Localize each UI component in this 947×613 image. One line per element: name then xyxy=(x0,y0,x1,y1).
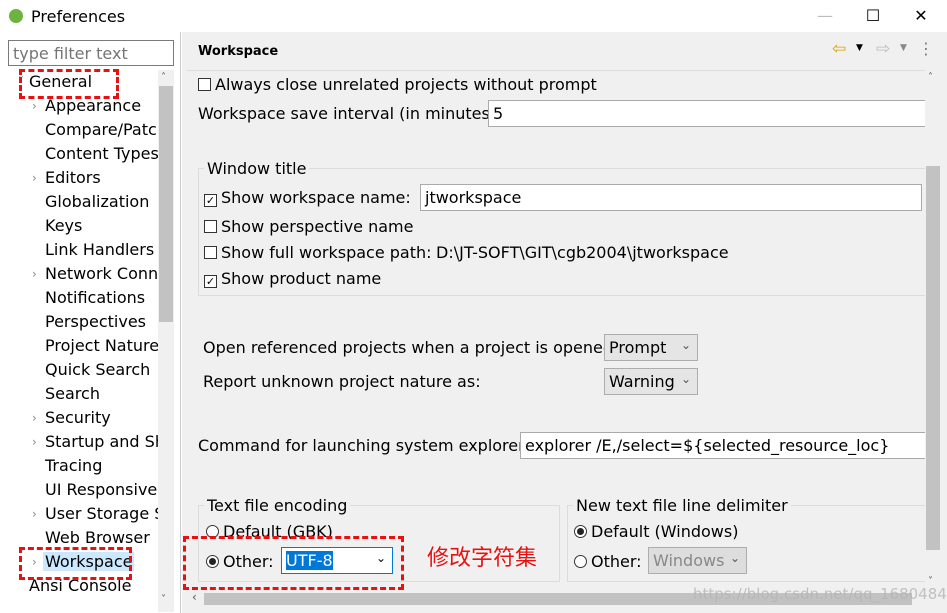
tree-item[interactable]: Compare/Patch xyxy=(45,120,158,139)
maximize-button[interactable]: ☐ xyxy=(858,4,888,28)
minimize-button[interactable]: — xyxy=(810,4,840,28)
tree-item[interactable]: Perspectives xyxy=(45,312,146,331)
save-interval-label: Workspace save interval (in minutes): xyxy=(198,104,502,123)
tree-scrollbar[interactable]: ˄ ˅ xyxy=(158,70,174,612)
tree-item[interactable]: Notifications xyxy=(45,288,145,307)
tree-item[interactable]: Search xyxy=(45,384,100,403)
full-path-value: D:\JT-SOFT\GIT\cgb2004\jtworkspace xyxy=(436,243,729,262)
show-perspective-name-checkbox[interactable]: Show perspective name xyxy=(204,217,413,236)
collapse-arrow-icon[interactable]: › xyxy=(32,171,37,185)
tree-item[interactable]: Project Natures xyxy=(45,336,158,355)
collapse-arrow-icon[interactable]: › xyxy=(32,411,37,425)
tree-item[interactable]: Web Browser xyxy=(45,528,150,547)
workspace-settings: Always close unrelated projects without … xyxy=(186,70,928,590)
collapse-arrow-icon[interactable]: › xyxy=(32,267,37,281)
highlight-workspace xyxy=(19,547,132,580)
content-vertical-scrollbar[interactable]: ˄ ˅ xyxy=(925,70,941,592)
save-interval-input[interactable]: 5 xyxy=(488,100,928,127)
tree-item[interactable]: User Storage Service xyxy=(45,504,158,523)
always-close-checkbox[interactable]: Always close unrelated projects without … xyxy=(198,75,597,94)
command-input[interactable]: explorer /E,/select=${selected_resource_… xyxy=(520,432,928,459)
open-referenced-label: Open referenced projects when a project … xyxy=(203,338,619,357)
command-label: Command for launching system explorer: xyxy=(198,436,530,455)
tree-item[interactable]: Security xyxy=(45,408,111,427)
collapse-arrow-icon[interactable]: › xyxy=(32,99,37,113)
forward-icon[interactable]: ⇨ xyxy=(876,39,890,59)
tree-item[interactable]: Content Types xyxy=(45,144,158,163)
collapse-arrow-icon[interactable]: › xyxy=(32,507,37,521)
unknown-nature-label: Report unknown project nature as: xyxy=(203,372,481,391)
tree-item[interactable]: Globalization xyxy=(45,192,149,211)
tree-item[interactable]: Keys xyxy=(45,216,82,235)
app-icon xyxy=(9,9,23,23)
window-title-legend: Window title xyxy=(204,159,310,178)
tree-item[interactable]: Tracing xyxy=(45,456,102,475)
unknown-nature-select[interactable]: Warning ⌄ xyxy=(604,368,698,395)
title-bar: Preferences — ☐ ✕ xyxy=(0,0,947,32)
content-scroll-thumb[interactable] xyxy=(926,166,940,550)
show-full-path-checkbox[interactable]: Show full workspace path: xyxy=(204,243,432,262)
tree-item[interactable]: UI Responsiveness xyxy=(45,480,158,499)
window-title: Preferences xyxy=(31,7,126,26)
delimiter-select: Windows ⌄ xyxy=(648,547,747,574)
tree-item[interactable]: Network Connections xyxy=(45,264,158,283)
tree-item[interactable]: Startup and Shutdown xyxy=(45,432,158,451)
delimiter-default-radio[interactable]: Default (Windows) xyxy=(574,522,738,541)
tree-item[interactable]: Link Handlers xyxy=(45,240,154,259)
tree-item[interactable]: Quick Search xyxy=(45,360,150,379)
preference-tree: ˅ General › Appearance Compare/Patch Content … xyxy=(0,70,158,600)
watermark: https://blog.csdn.net/qq_16804847 xyxy=(693,585,947,603)
delimiter-legend: New text file line delimiter xyxy=(573,496,791,515)
page-header: Workspace ⇦ ▼ ⇨ ▼ ⋮ xyxy=(186,36,943,68)
close-button[interactable]: ✕ xyxy=(906,4,936,28)
encoding-legend: Text file encoding xyxy=(204,496,351,515)
highlight-encoding-other xyxy=(183,536,404,590)
delimiter-other-radio[interactable]: Other: xyxy=(574,552,642,571)
tree-item[interactable]: Editors xyxy=(45,168,101,187)
show-product-name-checkbox[interactable]: ✓ Show product name xyxy=(204,269,381,288)
back-icon[interactable]: ⇦ xyxy=(832,39,846,59)
view-menu-icon[interactable]: ⋮ xyxy=(918,39,934,58)
collapse-arrow-icon[interactable]: › xyxy=(32,435,37,449)
open-referenced-select[interactable]: Prompt ⌄ xyxy=(604,334,698,361)
workspace-name-input[interactable]: jtworkspace xyxy=(420,184,922,211)
annotation-text: 修改字符集 xyxy=(427,546,538,571)
show-workspace-name-checkbox[interactable]: ✓ Show workspace name: xyxy=(204,188,411,207)
filter-input[interactable] xyxy=(8,40,174,66)
tree-scroll-thumb[interactable] xyxy=(159,86,173,322)
page-title: Workspace xyxy=(198,44,279,59)
highlight-general xyxy=(19,69,119,99)
